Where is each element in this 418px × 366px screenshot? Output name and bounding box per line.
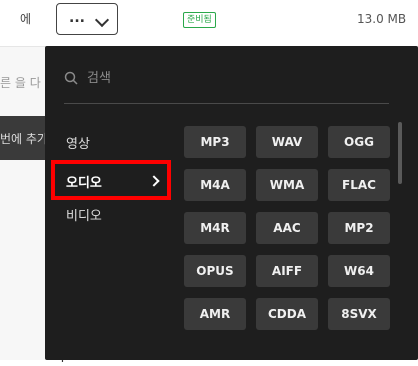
format-aiff[interactable]: AIFF — [256, 255, 318, 287]
format-mp2[interactable]: MP2 — [328, 212, 390, 244]
format-w64[interactable]: W64 — [328, 255, 390, 287]
format-m4a[interactable]: M4A — [184, 169, 246, 201]
format-ogg[interactable]: OGG — [328, 126, 390, 158]
format-cdda[interactable]: CDDA — [256, 298, 318, 330]
format-mp3[interactable]: MP3 — [184, 126, 246, 158]
format-flac[interactable]: FLAC — [328, 169, 390, 201]
convert-prefix-label: 에 — [20, 12, 32, 26]
chevron-down-icon — [94, 12, 110, 28]
format-wma[interactable]: WMA — [256, 169, 318, 201]
format-select[interactable]: ... — [56, 3, 118, 35]
status-badge: 준비됨 — [183, 12, 216, 28]
add-more-label: 번에 추가 — [0, 132, 48, 146]
category-video-alt[interactable]: 비디오 — [66, 205, 102, 224]
search-underline — [64, 103, 389, 104]
format-amr[interactable]: AMR — [184, 298, 246, 330]
category-audio[interactable]: 오디오 — [51, 160, 171, 200]
format-aac[interactable]: AAC — [256, 212, 318, 244]
format-wav[interactable]: WAV — [256, 126, 318, 158]
hint-text: 른 을 다 — [0, 76, 41, 90]
file-row: 에 ... 준비됨 13.0 MB — [0, 0, 418, 47]
category-video[interactable]: 영상 — [66, 133, 90, 152]
panel-scrollbar[interactable] — [398, 122, 402, 184]
search-input[interactable] — [87, 68, 337, 88]
add-more-button[interactable]: 번에 추가 — [0, 116, 48, 160]
format-opus[interactable]: OPUS — [184, 255, 246, 287]
search-icon — [64, 71, 78, 85]
chevron-right-icon — [148, 175, 160, 187]
format-8svx[interactable]: 8SVX — [328, 298, 390, 330]
file-size: 13.0 MB — [357, 12, 407, 26]
format-dropdown-panel: 영상 오디오 비디오 MP3 WAV OGG M4A WMA FLAC M4R … — [45, 46, 418, 360]
format-m4r[interactable]: M4R — [184, 212, 246, 244]
category-audio-label: 오디오 — [66, 176, 102, 191]
format-select-value: ... — [69, 10, 85, 26]
